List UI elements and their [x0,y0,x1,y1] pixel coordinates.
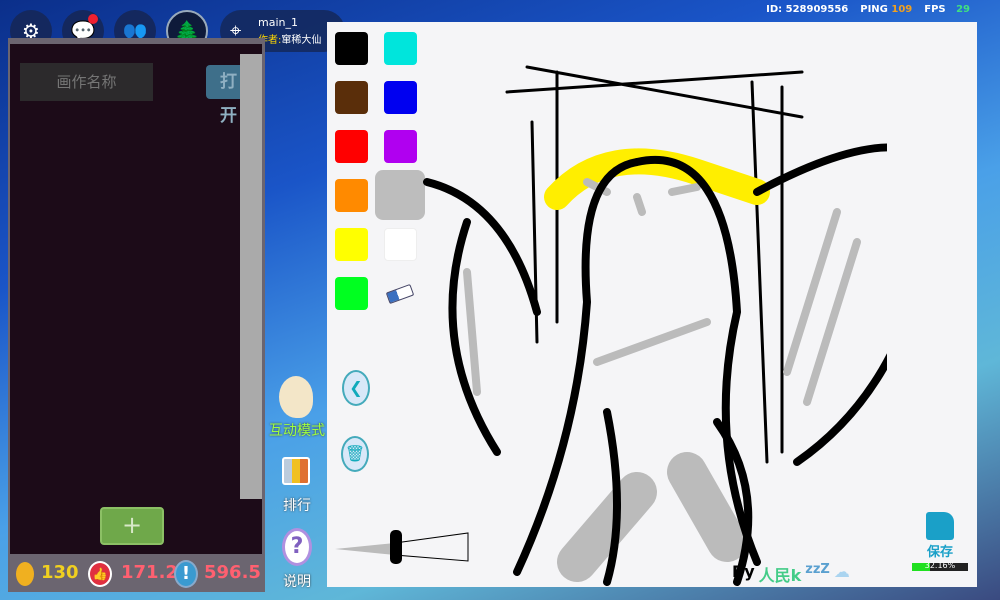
artwork-panel: 打开 + 130 👍 171.2 ! 596.5 [8,38,265,592]
open-label: 打开 [220,72,237,126]
like-count: 171.2 [121,562,178,583]
user-id: ID: 528909556 [766,4,849,15]
fps-label: FPS [924,4,946,15]
map-name: main_1 [258,16,298,29]
floppy-icon [926,512,954,540]
interactive-mode-label: 互动模式 [269,423,325,439]
clear-button[interactable]: 🗑 [341,436,369,472]
help-label: 说明 [283,574,311,590]
signature-by: By [732,562,755,581]
ping-label: PING [860,4,888,15]
coin-icon [16,562,34,586]
color-swatch[interactable] [335,228,368,261]
drawing [423,65,887,586]
like-icon: 👍 [88,561,112,587]
ranking-label: 排行 [283,498,311,514]
trash-icon: 🗑 [344,444,366,463]
status-readout: ID: 528909556 PING 109 FPS 29 [766,4,970,15]
save-label: 保存 [926,545,953,560]
add-button[interactable]: + [100,507,164,545]
color-swatch[interactable] [335,81,368,114]
save-button[interactable]: 保存 [918,510,962,560]
color-swatch[interactable] [335,277,368,310]
scrollbar[interactable] [240,54,262,499]
artwork-list: 打开 + [10,44,262,554]
signature-z: zzZ [805,562,830,577]
palette-icon [279,376,313,418]
chevron-left-icon: ❮ [349,378,363,397]
fps-value: 29 [956,4,970,15]
help-icon: ? [290,534,304,559]
save-progress: 32.16% [912,561,968,571]
color-swatch[interactable] [335,130,368,163]
color-swatch[interactable] [335,32,368,65]
podium-icon [282,457,310,485]
color-swatch[interactable] [335,179,368,212]
progress-text: 32.16% [924,561,956,570]
back-button[interactable]: ❮ [342,370,370,406]
artwork-name-input[interactable] [20,63,153,101]
score-value: 596.5 [204,562,261,583]
signature-name: 人民k [758,566,802,585]
help-button[interactable]: ? [282,528,312,566]
author-name: 窜稀大仙 [281,35,322,46]
stats-bar: 130 👍 171.2 ! 596.5 [8,556,265,592]
cloud-icon: ☁ [833,562,850,581]
alert-icon: ! [174,560,198,588]
ping-value: 109 [891,4,913,15]
notification-dot [88,14,98,24]
slider-handle [390,530,402,564]
drawing-canvas[interactable]: ❮ 🗑 By 人民k zzZ ☁ [327,22,977,587]
coin-count: 130 [41,562,79,583]
